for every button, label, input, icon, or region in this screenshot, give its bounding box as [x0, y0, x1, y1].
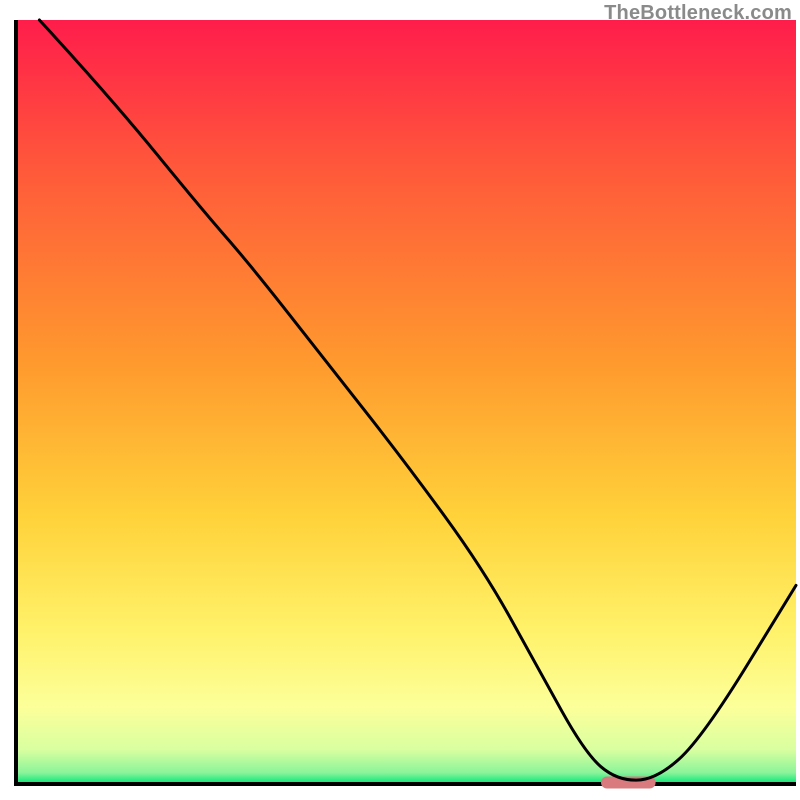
- bottleneck-chart: [0, 0, 800, 800]
- chart-container: TheBottleneck.com: [0, 0, 800, 800]
- watermark-text: TheBottleneck.com: [604, 2, 792, 25]
- gradient-background: [16, 20, 796, 784]
